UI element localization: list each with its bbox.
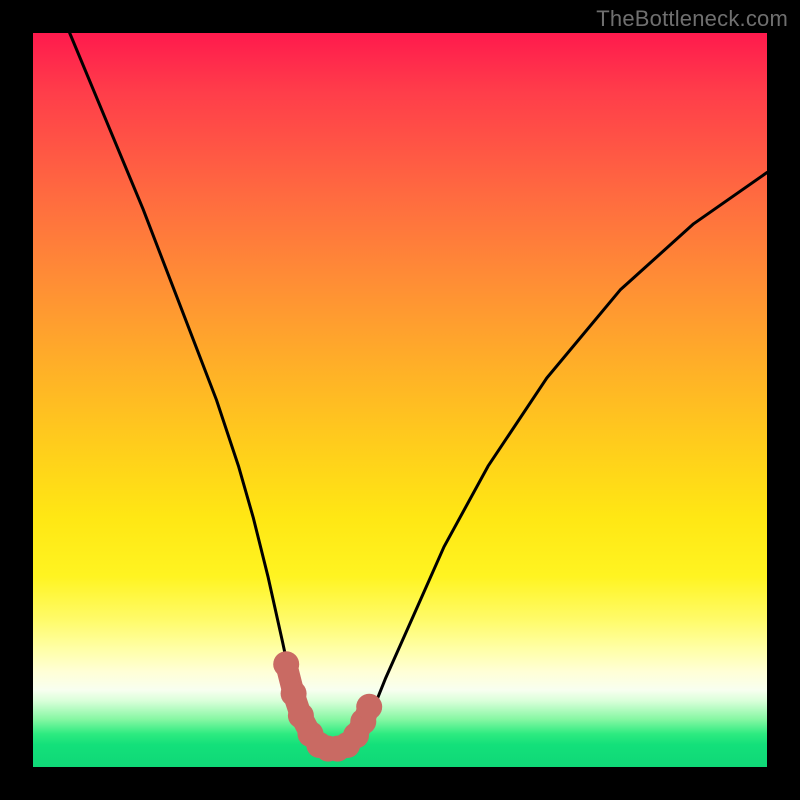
curve-layer <box>33 33 767 767</box>
bottleneck-curve <box>70 33 767 749</box>
plot-area <box>33 33 767 767</box>
chart-frame: TheBottleneck.com <box>0 0 800 800</box>
highlight-dot <box>273 651 299 677</box>
highlight-dots <box>273 651 382 761</box>
highlight-dot <box>281 681 307 707</box>
watermark-text: TheBottleneck.com <box>596 6 788 32</box>
highlight-dot <box>356 694 382 720</box>
